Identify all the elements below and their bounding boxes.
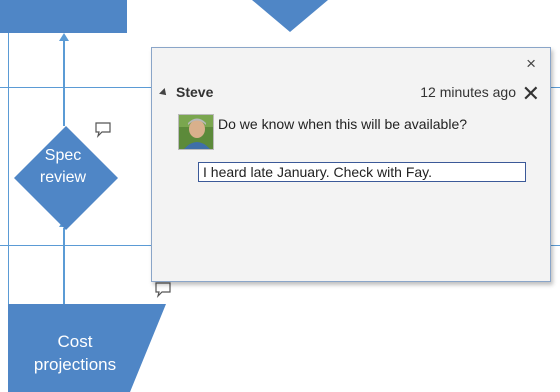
delete-comment-icon[interactable]: ✕ [522,81,540,107]
avatar [178,114,214,150]
comment-indicator-icon[interactable] [94,122,112,138]
close-icon[interactable]: × [526,54,536,74]
avatar-photo [179,115,213,149]
comment-indicator-icon[interactable] [154,282,172,298]
connector-line[interactable] [63,228,65,306]
process-shape-top[interactable] [0,0,127,33]
comment-header: Steve 12 minutes ago ✕ [159,81,540,107]
comment-body: Do we know when this will be available? [218,116,468,132]
reply-input[interactable]: I heard late January. Check with Fay. [198,162,526,182]
connector-arrow [59,33,69,41]
connector-line[interactable] [63,40,65,126]
spec-review-label: Spec review [39,147,87,186]
collapse-caret-icon[interactable] [159,88,169,98]
comment-pane: × Steve 12 minutes ago ✕ Do we know when… [151,47,551,282]
decision-shape-top[interactable] [252,0,328,32]
comment-timestamp: 12 minutes ago [420,84,516,100]
comment-author: Steve [176,84,214,100]
cost-projections-label: Cost projections [33,332,117,374]
